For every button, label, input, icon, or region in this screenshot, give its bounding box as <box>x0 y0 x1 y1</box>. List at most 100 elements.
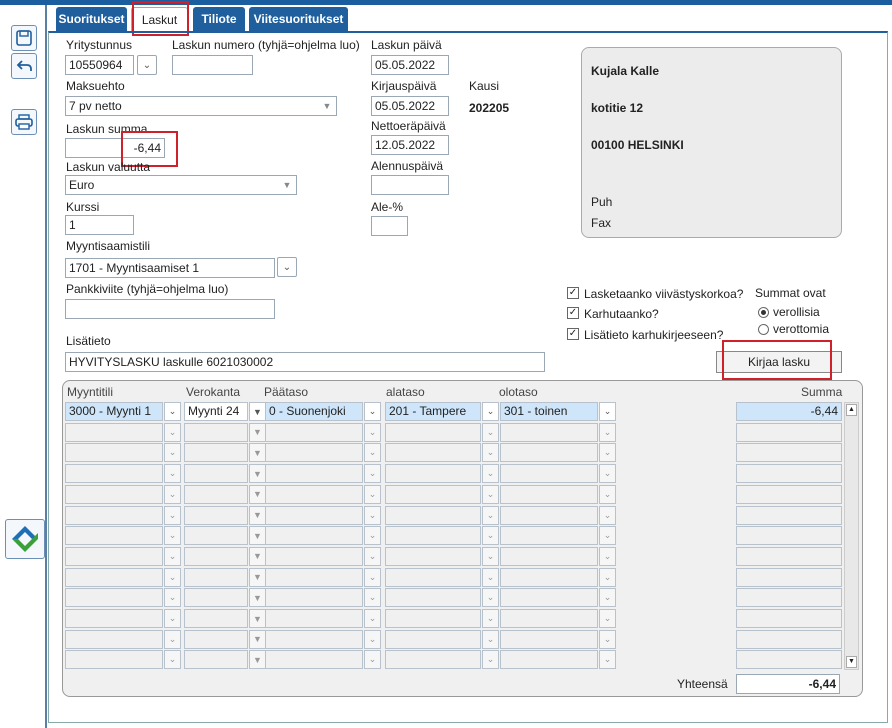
cell-alataso[interactable] <box>385 546 481 566</box>
cell-verokanta[interactable] <box>184 609 248 628</box>
cell-summa[interactable] <box>736 609 842 628</box>
cell-paataso[interactable] <box>265 464 363 484</box>
chevron-down-icon[interactable]: ⌄ <box>482 464 499 484</box>
cell-summa[interactable] <box>736 567 842 587</box>
cell-paataso[interactable] <box>265 650 363 670</box>
cell-myyntitili[interactable] <box>65 505 163 525</box>
laskun-numero-input[interactable] <box>172 55 253 75</box>
laskun-paiva-input[interactable]: 05.05.2022 <box>371 55 449 75</box>
cell-alataso[interactable] <box>385 464 481 484</box>
cell-myyntitili[interactable] <box>65 588 163 608</box>
chevron-down-icon[interactable]: ⌄ <box>599 422 616 442</box>
cell-paataso[interactable] <box>265 629 363 649</box>
cell-alataso[interactable] <box>385 567 481 587</box>
cell-myyntitili[interactable] <box>65 443 163 463</box>
tab-suoritukset[interactable]: Suoritukset <box>56 7 127 31</box>
chevron-down-icon[interactable]: ▼ <box>249 546 266 566</box>
karhutaanko-checkbox[interactable]: ✓ <box>567 307 579 319</box>
cell-alataso[interactable] <box>385 588 481 608</box>
cell-summa[interactable] <box>736 588 842 608</box>
cell-verokanta[interactable]: Myynti 24 <box>184 402 248 421</box>
chevron-down-icon[interactable]: ⌄ <box>599 526 616 546</box>
chevron-down-icon[interactable]: ⌄ <box>164 464 181 484</box>
cell-verokanta[interactable] <box>184 650 248 670</box>
cell-summa[interactable] <box>736 526 842 546</box>
cell-verokanta[interactable] <box>184 567 248 587</box>
chevron-down-icon[interactable]: ⌄ <box>164 443 181 463</box>
chevron-down-icon[interactable]: ⌄ <box>364 443 381 463</box>
cell-alataso[interactable] <box>385 422 481 442</box>
chevron-down-icon[interactable]: ⌄ <box>364 567 381 587</box>
chevron-down-icon[interactable]: ⌄ <box>482 443 499 463</box>
chevron-down-icon[interactable]: ⌄ <box>482 402 499 421</box>
chevron-down-icon[interactable]: ⌄ <box>364 526 381 546</box>
cell-alataso[interactable] <box>385 526 481 546</box>
chevron-down-icon[interactable]: ⌄ <box>364 402 381 421</box>
cell-verokanta[interactable] <box>184 422 248 442</box>
myyntisaamistili-dropdown[interactable]: ⌄ <box>277 257 297 277</box>
chevron-down-icon[interactable]: ⌄ <box>364 609 381 628</box>
grid-scrollbar[interactable]: ▲ ▼ <box>844 402 859 670</box>
myyntisaamistili-input[interactable]: 1701 - Myyntisaamiset 1 <box>65 258 275 278</box>
chevron-down-icon[interactable]: ⌄ <box>482 650 499 670</box>
cell-summa[interactable] <box>736 629 842 649</box>
cell-olotaso[interactable] <box>500 526 598 546</box>
chevron-down-icon[interactable]: ⌄ <box>599 546 616 566</box>
cell-summa[interactable]: -6,44 <box>736 402 842 421</box>
app-logo-icon[interactable] <box>5 519 45 559</box>
cell-myyntitili[interactable] <box>65 629 163 649</box>
chevron-down-icon[interactable]: ▼ <box>249 588 266 608</box>
cell-paataso[interactable]: 0 - Suonenjoki <box>265 402 363 421</box>
cell-myyntitili[interactable] <box>65 526 163 546</box>
chevron-down-icon[interactable]: ⌄ <box>599 505 616 525</box>
scroll-up-icon[interactable]: ▲ <box>846 404 857 416</box>
chevron-down-icon[interactable]: ⌄ <box>482 567 499 587</box>
chevron-down-icon[interactable]: ⌄ <box>364 484 381 504</box>
chevron-down-icon[interactable]: ▼ <box>249 402 266 421</box>
cell-paataso[interactable] <box>265 443 363 463</box>
yritystunnus-input[interactable]: 10550964 <box>65 55 134 75</box>
chevron-down-icon[interactable]: ⌄ <box>164 650 181 670</box>
cell-summa[interactable] <box>736 650 842 670</box>
cell-olotaso[interactable] <box>500 629 598 649</box>
chevron-down-icon[interactable]: ⌄ <box>482 629 499 649</box>
cell-alataso[interactable] <box>385 443 481 463</box>
chevron-down-icon[interactable]: ⌄ <box>164 629 181 649</box>
chevron-down-icon[interactable]: ⌄ <box>599 443 616 463</box>
chevron-down-icon[interactable]: ▼ <box>249 609 266 628</box>
chevron-down-icon[interactable]: ⌄ <box>482 588 499 608</box>
chevron-down-icon[interactable]: ⌄ <box>364 629 381 649</box>
chevron-down-icon[interactable]: ⌄ <box>364 505 381 525</box>
cell-olotaso[interactable] <box>500 505 598 525</box>
chevron-down-icon[interactable]: ⌄ <box>599 402 616 421</box>
lisatieto-input[interactable]: HYVITYSLASKU laskulle 6021030002 <box>65 352 545 372</box>
cell-verokanta[interactable] <box>184 588 248 608</box>
viivastyskorko-checkbox[interactable]: ✓ <box>567 287 579 299</box>
chevron-down-icon[interactable]: ⌄ <box>164 567 181 587</box>
cell-summa[interactable] <box>736 422 842 442</box>
cell-olotaso[interactable] <box>500 650 598 670</box>
scroll-down-icon[interactable]: ▼ <box>846 656 857 668</box>
chevron-down-icon[interactable]: ⌄ <box>164 422 181 442</box>
cell-verokanta[interactable] <box>184 505 248 525</box>
chevron-down-icon[interactable]: ⌄ <box>164 546 181 566</box>
cell-olotaso[interactable] <box>500 484 598 504</box>
kurssi-input[interactable]: 1 <box>65 215 134 235</box>
chevron-down-icon[interactable]: ⌄ <box>482 609 499 628</box>
chevron-down-icon[interactable]: ⌄ <box>364 588 381 608</box>
chevron-down-icon[interactable]: ⌄ <box>164 588 181 608</box>
tab-viitesuoritukset[interactable]: Viitesuoritukset <box>249 7 348 31</box>
chevron-down-icon[interactable]: ⌄ <box>364 464 381 484</box>
chevron-down-icon[interactable]: ▼ <box>249 650 266 670</box>
cell-summa[interactable] <box>736 484 842 504</box>
cell-olotaso[interactable] <box>500 422 598 442</box>
chevron-down-icon[interactable]: ⌄ <box>599 567 616 587</box>
cell-verokanta[interactable] <box>184 629 248 649</box>
cell-paataso[interactable] <box>265 526 363 546</box>
chevron-down-icon[interactable]: ▼ <box>249 526 266 546</box>
cell-olotaso[interactable] <box>500 588 598 608</box>
chevron-down-icon[interactable]: ▼ <box>249 629 266 649</box>
chevron-down-icon[interactable]: ▼ <box>249 464 266 484</box>
chevron-down-icon[interactable]: ⌄ <box>482 422 499 442</box>
cell-olotaso[interactable] <box>500 567 598 587</box>
